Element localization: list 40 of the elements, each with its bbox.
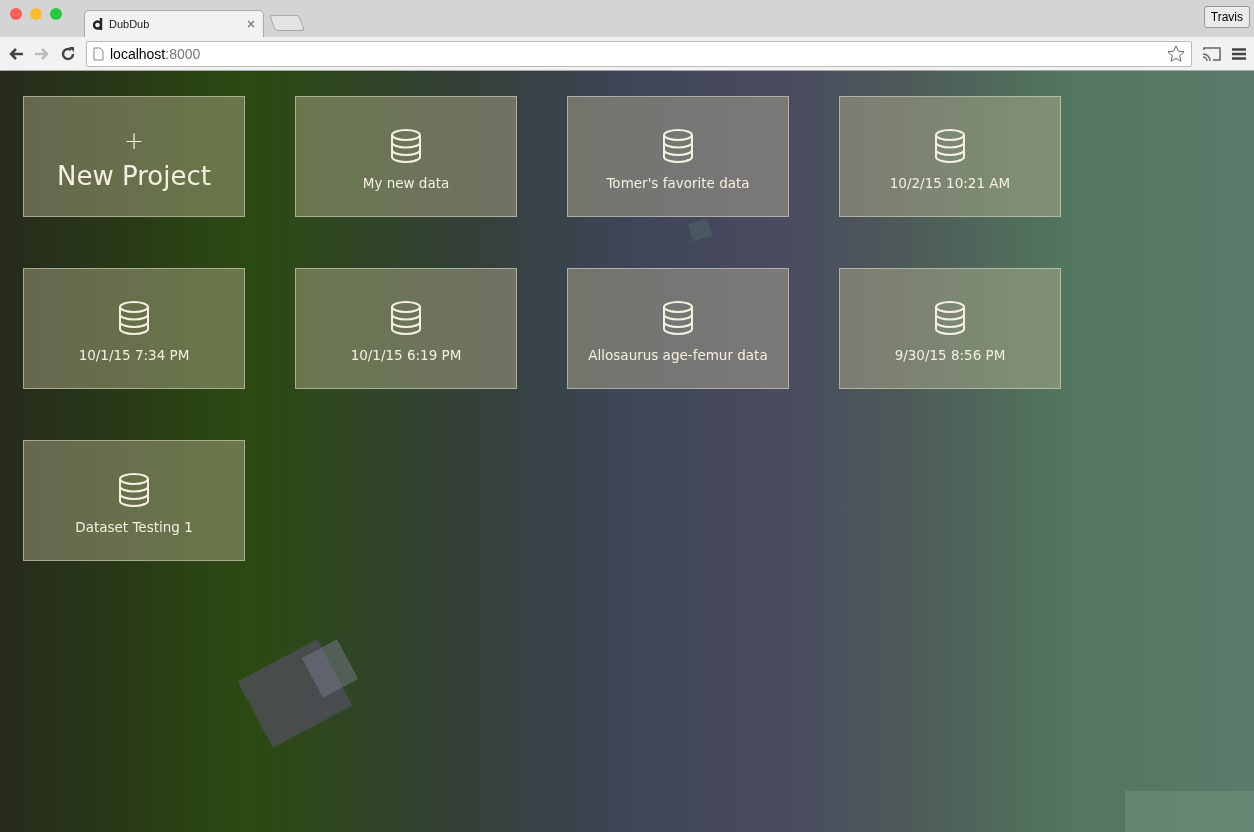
close-window-icon[interactable] — [10, 8, 22, 20]
database-icon — [934, 128, 966, 163]
menu-icon[interactable] — [1232, 47, 1246, 60]
dataset-card[interactable]: My new data — [295, 96, 517, 217]
background-square — [688, 218, 712, 242]
database-icon — [662, 128, 694, 163]
dataset-name: 10/1/15 6:19 PM — [350, 346, 462, 363]
dataset-card[interactable]: 10/1/15 7:34 PM — [23, 268, 245, 389]
database-icon — [118, 472, 150, 507]
dataset-name: 9/30/15 8:56 PM — [894, 346, 1006, 363]
database-icon — [934, 300, 966, 335]
dataset-card[interactable]: Dataset Testing 1 — [23, 440, 245, 561]
database-icon — [662, 300, 694, 335]
close-tab-icon[interactable] — [247, 20, 255, 28]
back-icon[interactable] — [8, 46, 24, 61]
cast-icon[interactable] — [1202, 45, 1222, 62]
card-title: New Project — [57, 160, 211, 191]
reload-icon[interactable] — [60, 45, 76, 62]
page-icon — [93, 46, 104, 61]
database-icon — [390, 128, 422, 163]
dataset-name: Allosaurus age-femur data — [588, 346, 768, 363]
browser-tab[interactable]: DubDub — [84, 10, 264, 37]
new-project-card[interactable]: + New Project — [23, 96, 245, 217]
address-bar[interactable]: localhost:8000 — [86, 40, 1192, 67]
dataset-card[interactable]: 10/1/15 6:19 PM — [295, 268, 517, 389]
profile-button[interactable]: Travis — [1203, 6, 1250, 28]
dataset-card[interactable]: 10/2/15 10:21 AM — [839, 96, 1061, 217]
database-icon — [390, 300, 422, 335]
star-icon[interactable] — [1167, 44, 1185, 63]
dataset-name: My new data — [362, 174, 450, 191]
dataset-card[interactable]: Tomer's favorite data — [567, 96, 789, 217]
dataset-card[interactable]: 9/30/15 8:56 PM — [839, 268, 1061, 389]
dataset-name: 10/2/15 10:21 AM — [889, 174, 1011, 191]
dataset-name: Dataset Testing 1 — [75, 518, 193, 535]
dataset-card[interactable]: Allosaurus age-femur data — [567, 268, 789, 389]
plus-sign: + — [123, 128, 145, 153]
database-icon — [118, 300, 150, 335]
dataset-name: Tomer's favorite data — [606, 174, 750, 191]
dataset-name: 10/1/15 7:34 PM — [78, 346, 190, 363]
site-logo-icon — [93, 18, 103, 30]
